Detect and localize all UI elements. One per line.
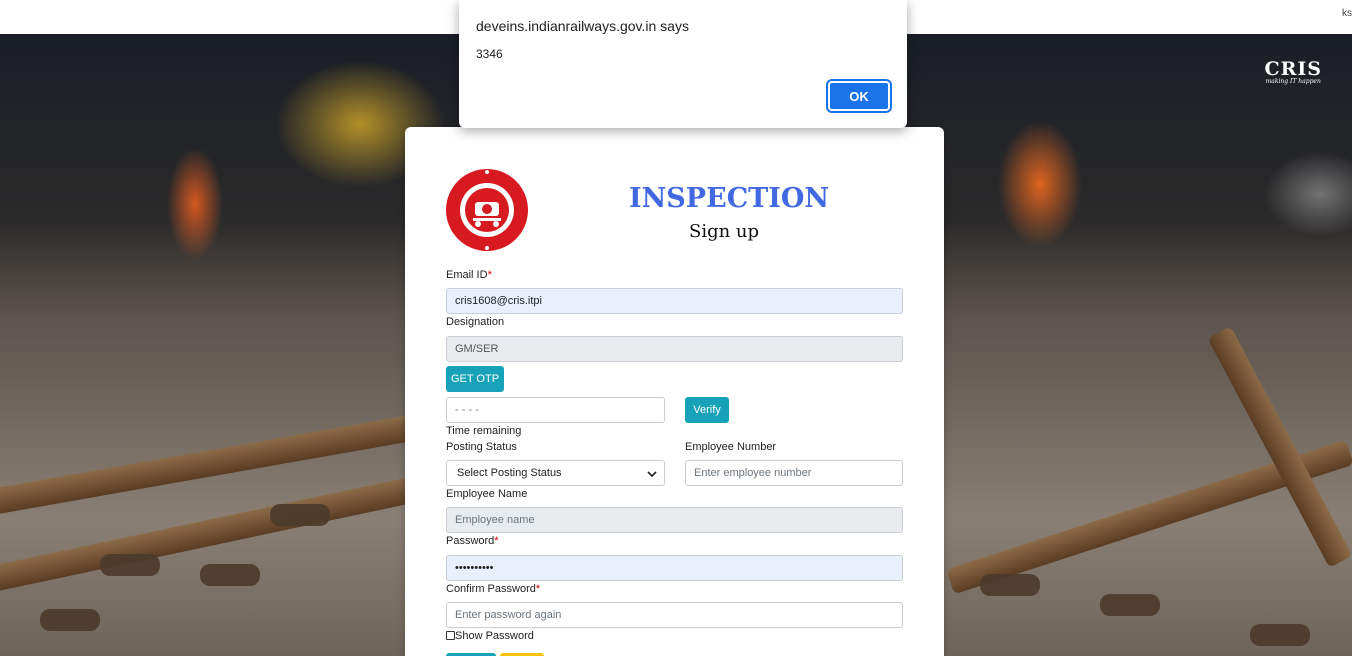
browser-edge-text: ks — [1342, 8, 1352, 19]
required-mark: * — [487, 269, 492, 281]
rail-clip — [270, 504, 330, 526]
alert-dialog-title: deveins.indianrailways.gov.in says — [476, 18, 689, 34]
password-label: Password* — [446, 535, 499, 547]
page-subtitle: Sign up — [689, 221, 760, 242]
employee-number-label: Employee Number — [685, 441, 777, 453]
rail-clip — [200, 564, 260, 586]
page-title: INSPECTION — [629, 183, 830, 214]
alert-dialog: deveins.indianrailways.gov.in says 3346 … — [459, 0, 907, 128]
cris-logo: CRIS making IT happen — [1264, 58, 1322, 85]
show-password-label: Show Password — [455, 630, 534, 642]
confirm-password-label: Confirm Password* — [446, 583, 540, 595]
required-mark: * — [535, 583, 541, 595]
ok-button[interactable]: OK — [826, 79, 892, 113]
confirm-password-label-text: Confirm Password — [446, 583, 536, 595]
cris-logo-tagline: making IT happen — [1265, 78, 1321, 85]
indian-railways-emblem-icon — [446, 169, 528, 251]
chevron-down-icon — [647, 471, 657, 478]
designation-field-value: GM/SER — [455, 343, 499, 355]
get-otp-button[interactable]: GET OTP — [446, 366, 504, 392]
employee-name-placeholder: Employee name — [455, 514, 535, 526]
confirm-password-placeholder: Enter password again — [455, 609, 562, 621]
signup-card: INSPECTION Sign up Email ID* cris1608@cr… — [405, 127, 944, 656]
password-label-text: Password — [446, 535, 495, 547]
rail-clip — [980, 574, 1040, 596]
time-remaining-label: Time remaining — [446, 425, 522, 437]
posting-status-selected: Select Posting Status — [457, 467, 562, 479]
rail-clip — [100, 554, 160, 576]
posting-status-select[interactable]: Select Posting Status — [446, 460, 665, 486]
required-mark: * — [494, 535, 499, 547]
verify-button[interactable]: Verify — [685, 397, 729, 423]
cris-logo-name: CRIS — [1264, 58, 1322, 80]
confirm-password-input[interactable]: Enter password again — [446, 602, 903, 628]
employee-name-field[interactable]: Employee name — [446, 507, 903, 533]
posting-status-label: Posting Status — [446, 441, 517, 453]
show-password-checkbox[interactable] — [446, 631, 455, 640]
email-label: Email ID* — [446, 269, 492, 281]
rail-clip — [1100, 594, 1160, 616]
employee-number-placeholder: Enter employee number — [694, 467, 812, 479]
otp-input[interactable]: - - - - — [446, 397, 665, 423]
otp-input-value: - - - - — [455, 404, 479, 416]
email-field-value: cris1608@cris.itpi — [455, 295, 542, 307]
email-label-text: Email ID — [446, 269, 488, 281]
employee-number-input[interactable]: Enter employee number — [685, 460, 903, 486]
designation-field[interactable]: GM/SER — [446, 336, 903, 362]
password-field-value: •••••••••• — [455, 562, 494, 574]
employee-name-label: Employee Name — [446, 488, 528, 500]
designation-label: Designation — [446, 316, 505, 328]
email-field[interactable]: cris1608@cris.itpi — [446, 288, 903, 314]
password-field[interactable]: •••••••••• — [446, 555, 903, 581]
rail-clip — [1250, 624, 1310, 646]
alert-dialog-message: 3346 — [476, 47, 503, 61]
rail-clip — [40, 609, 100, 631]
